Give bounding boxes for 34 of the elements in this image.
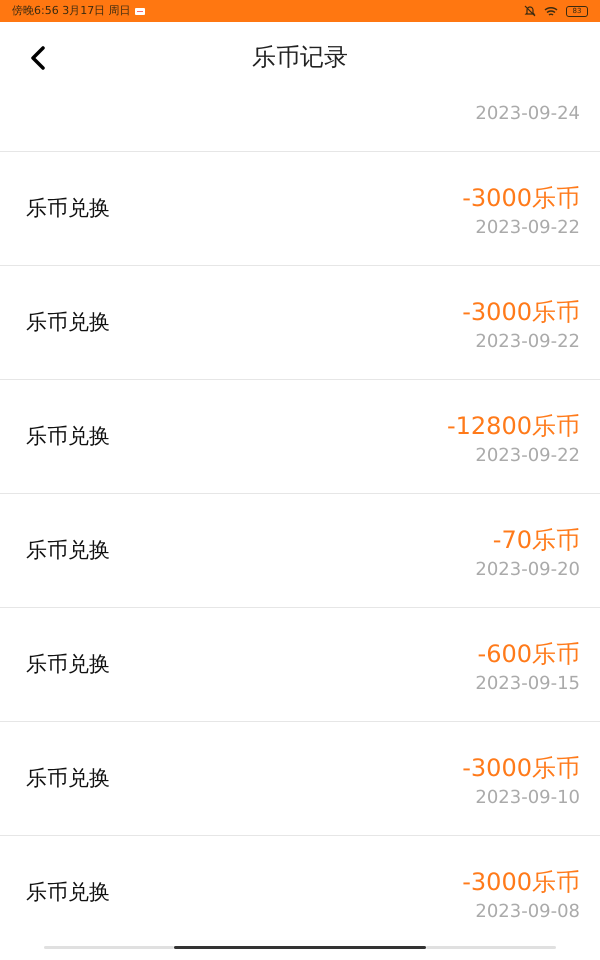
record-amount: -600乐币	[478, 638, 580, 670]
record-amount: -3000乐币	[462, 296, 580, 328]
record-date: 2023-09-24	[475, 102, 580, 126]
record-date: 2023-09-22	[475, 330, 580, 354]
record-name: 乐币兑换	[26, 878, 110, 906]
record-row[interactable]: 乐币兑换 -3000乐币 2023-09-10	[0, 722, 600, 836]
record-date: 2023-09-22	[475, 444, 580, 468]
record-date: 2023-09-15	[475, 672, 580, 696]
record-row[interactable]: 乐币兑换 -3000乐币 2023-09-22	[0, 152, 600, 266]
record-amount: -70乐币	[492, 524, 580, 556]
record-name: 乐币兑换	[26, 764, 110, 792]
record-row[interactable]: 乐币兑换 -3000乐币 2023-09-22	[0, 266, 600, 380]
page-title: 乐币记录	[252, 42, 348, 73]
record-amount: -12800乐币	[446, 410, 580, 442]
record-name: 乐币兑换	[26, 650, 110, 678]
record-name: 乐币兑换	[26, 308, 110, 336]
record-name: 乐币兑换	[26, 536, 110, 564]
record-name: 乐币兑换	[26, 422, 110, 450]
back-icon[interactable]	[30, 46, 46, 70]
record-amount: -3000乐币	[462, 866, 580, 898]
record-date: 2023-09-20	[475, 558, 580, 582]
record-date: 2023-09-10	[475, 786, 580, 810]
record-date: 2023-09-22	[475, 216, 580, 240]
record-row[interactable]: 乐币兑换 -600乐币 2023-09-15	[0, 608, 600, 722]
bell-off-icon	[524, 5, 536, 17]
record-row[interactable]: 乐币兑换 -12800乐币 2023-09-22	[0, 380, 600, 494]
record-name: 乐币兑换	[26, 194, 110, 222]
record-date: 2023-09-08	[475, 900, 580, 924]
wifi-icon	[544, 6, 558, 16]
status-time: 傍晚6:56 3月17日 周日	[12, 2, 131, 19]
record-amount: -3000乐币	[462, 182, 580, 214]
notification-icon	[134, 8, 145, 14]
record-row[interactable]: 乐币兑换 -70乐币 2023-09-20	[0, 494, 600, 608]
record-amount: -3000乐币	[462, 752, 580, 784]
